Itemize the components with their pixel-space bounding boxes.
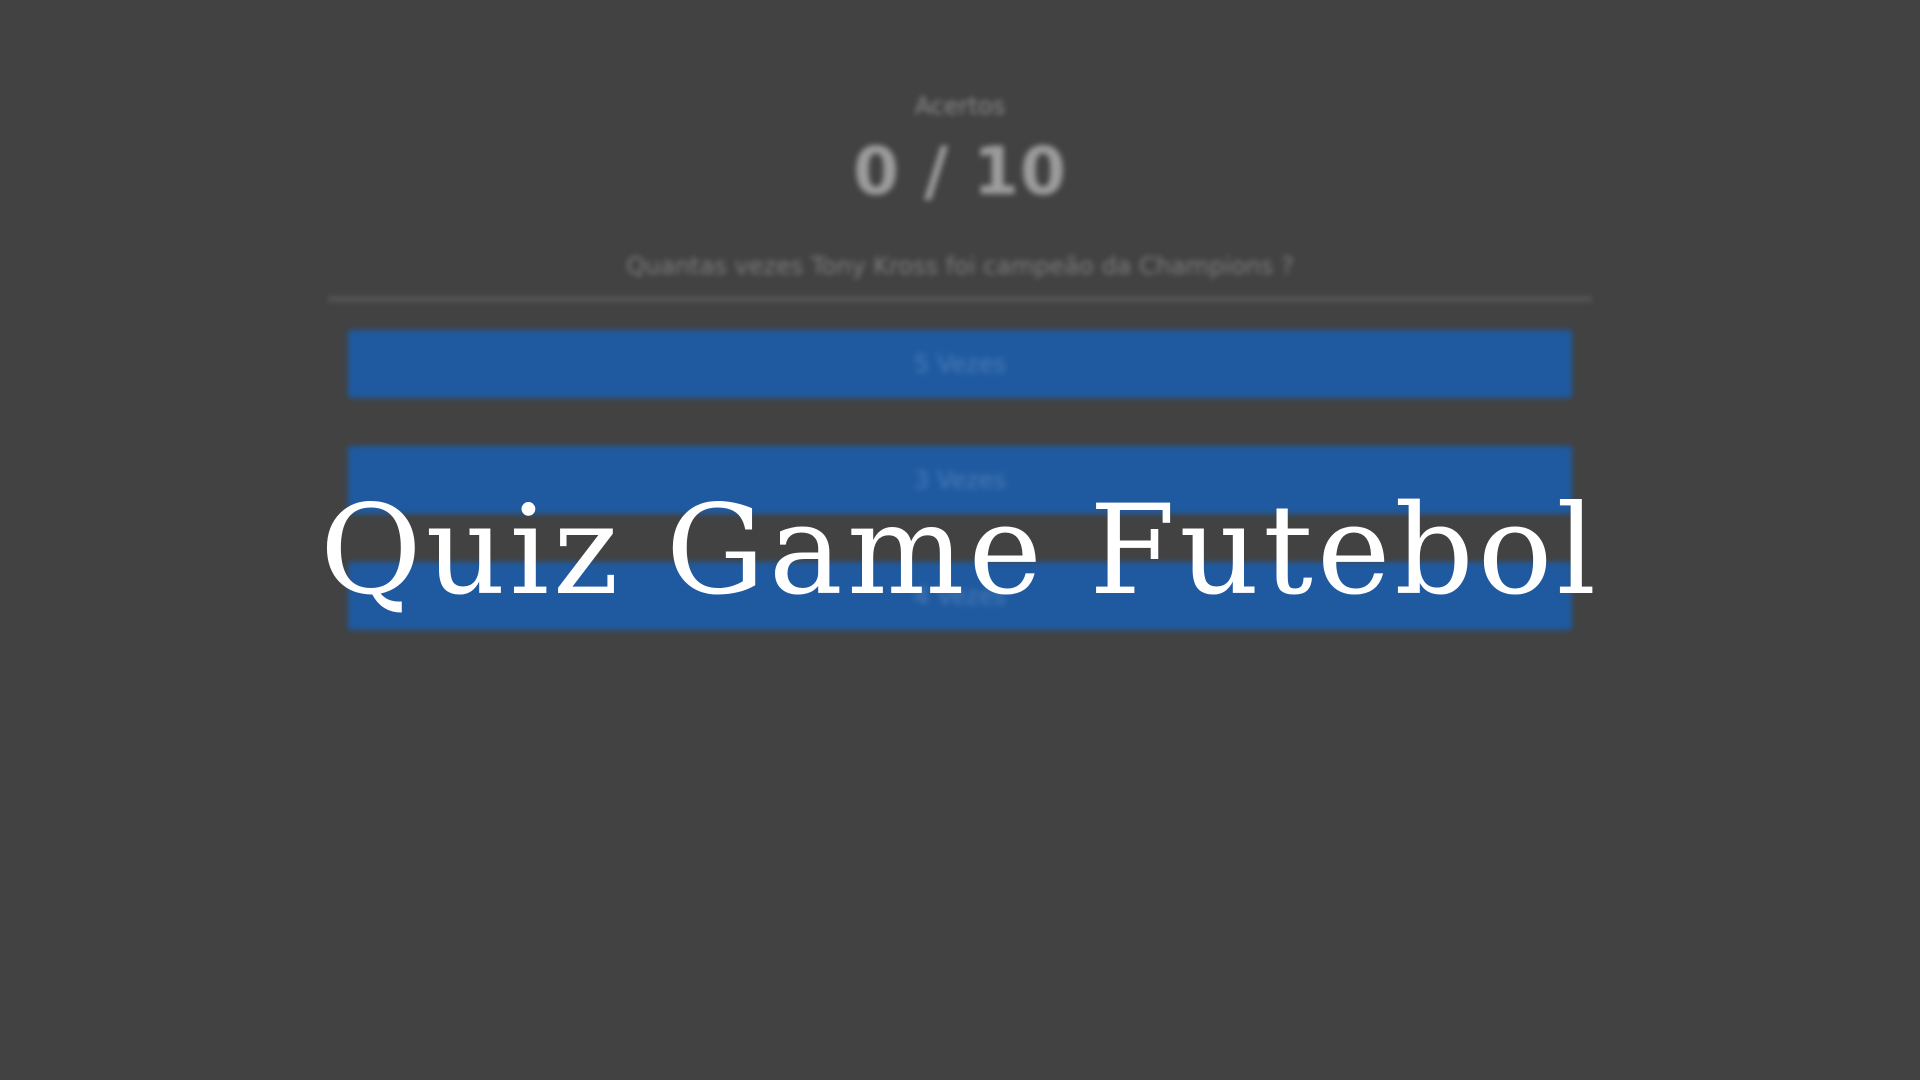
quiz-screen: Acertos 0 / 10 Quantas vezes Tony Kross … xyxy=(0,0,1920,1080)
score-caption: Acertos xyxy=(914,92,1006,120)
question-text: Quantas vezes Tony Kross foi campeão da … xyxy=(626,252,1294,280)
score-value: 0 / 10 xyxy=(853,133,1067,210)
game-title: Quiz Game Futebol xyxy=(319,479,1601,623)
divider xyxy=(328,297,1592,301)
answer-button-1[interactable]: 5 Vezes xyxy=(348,330,1572,398)
